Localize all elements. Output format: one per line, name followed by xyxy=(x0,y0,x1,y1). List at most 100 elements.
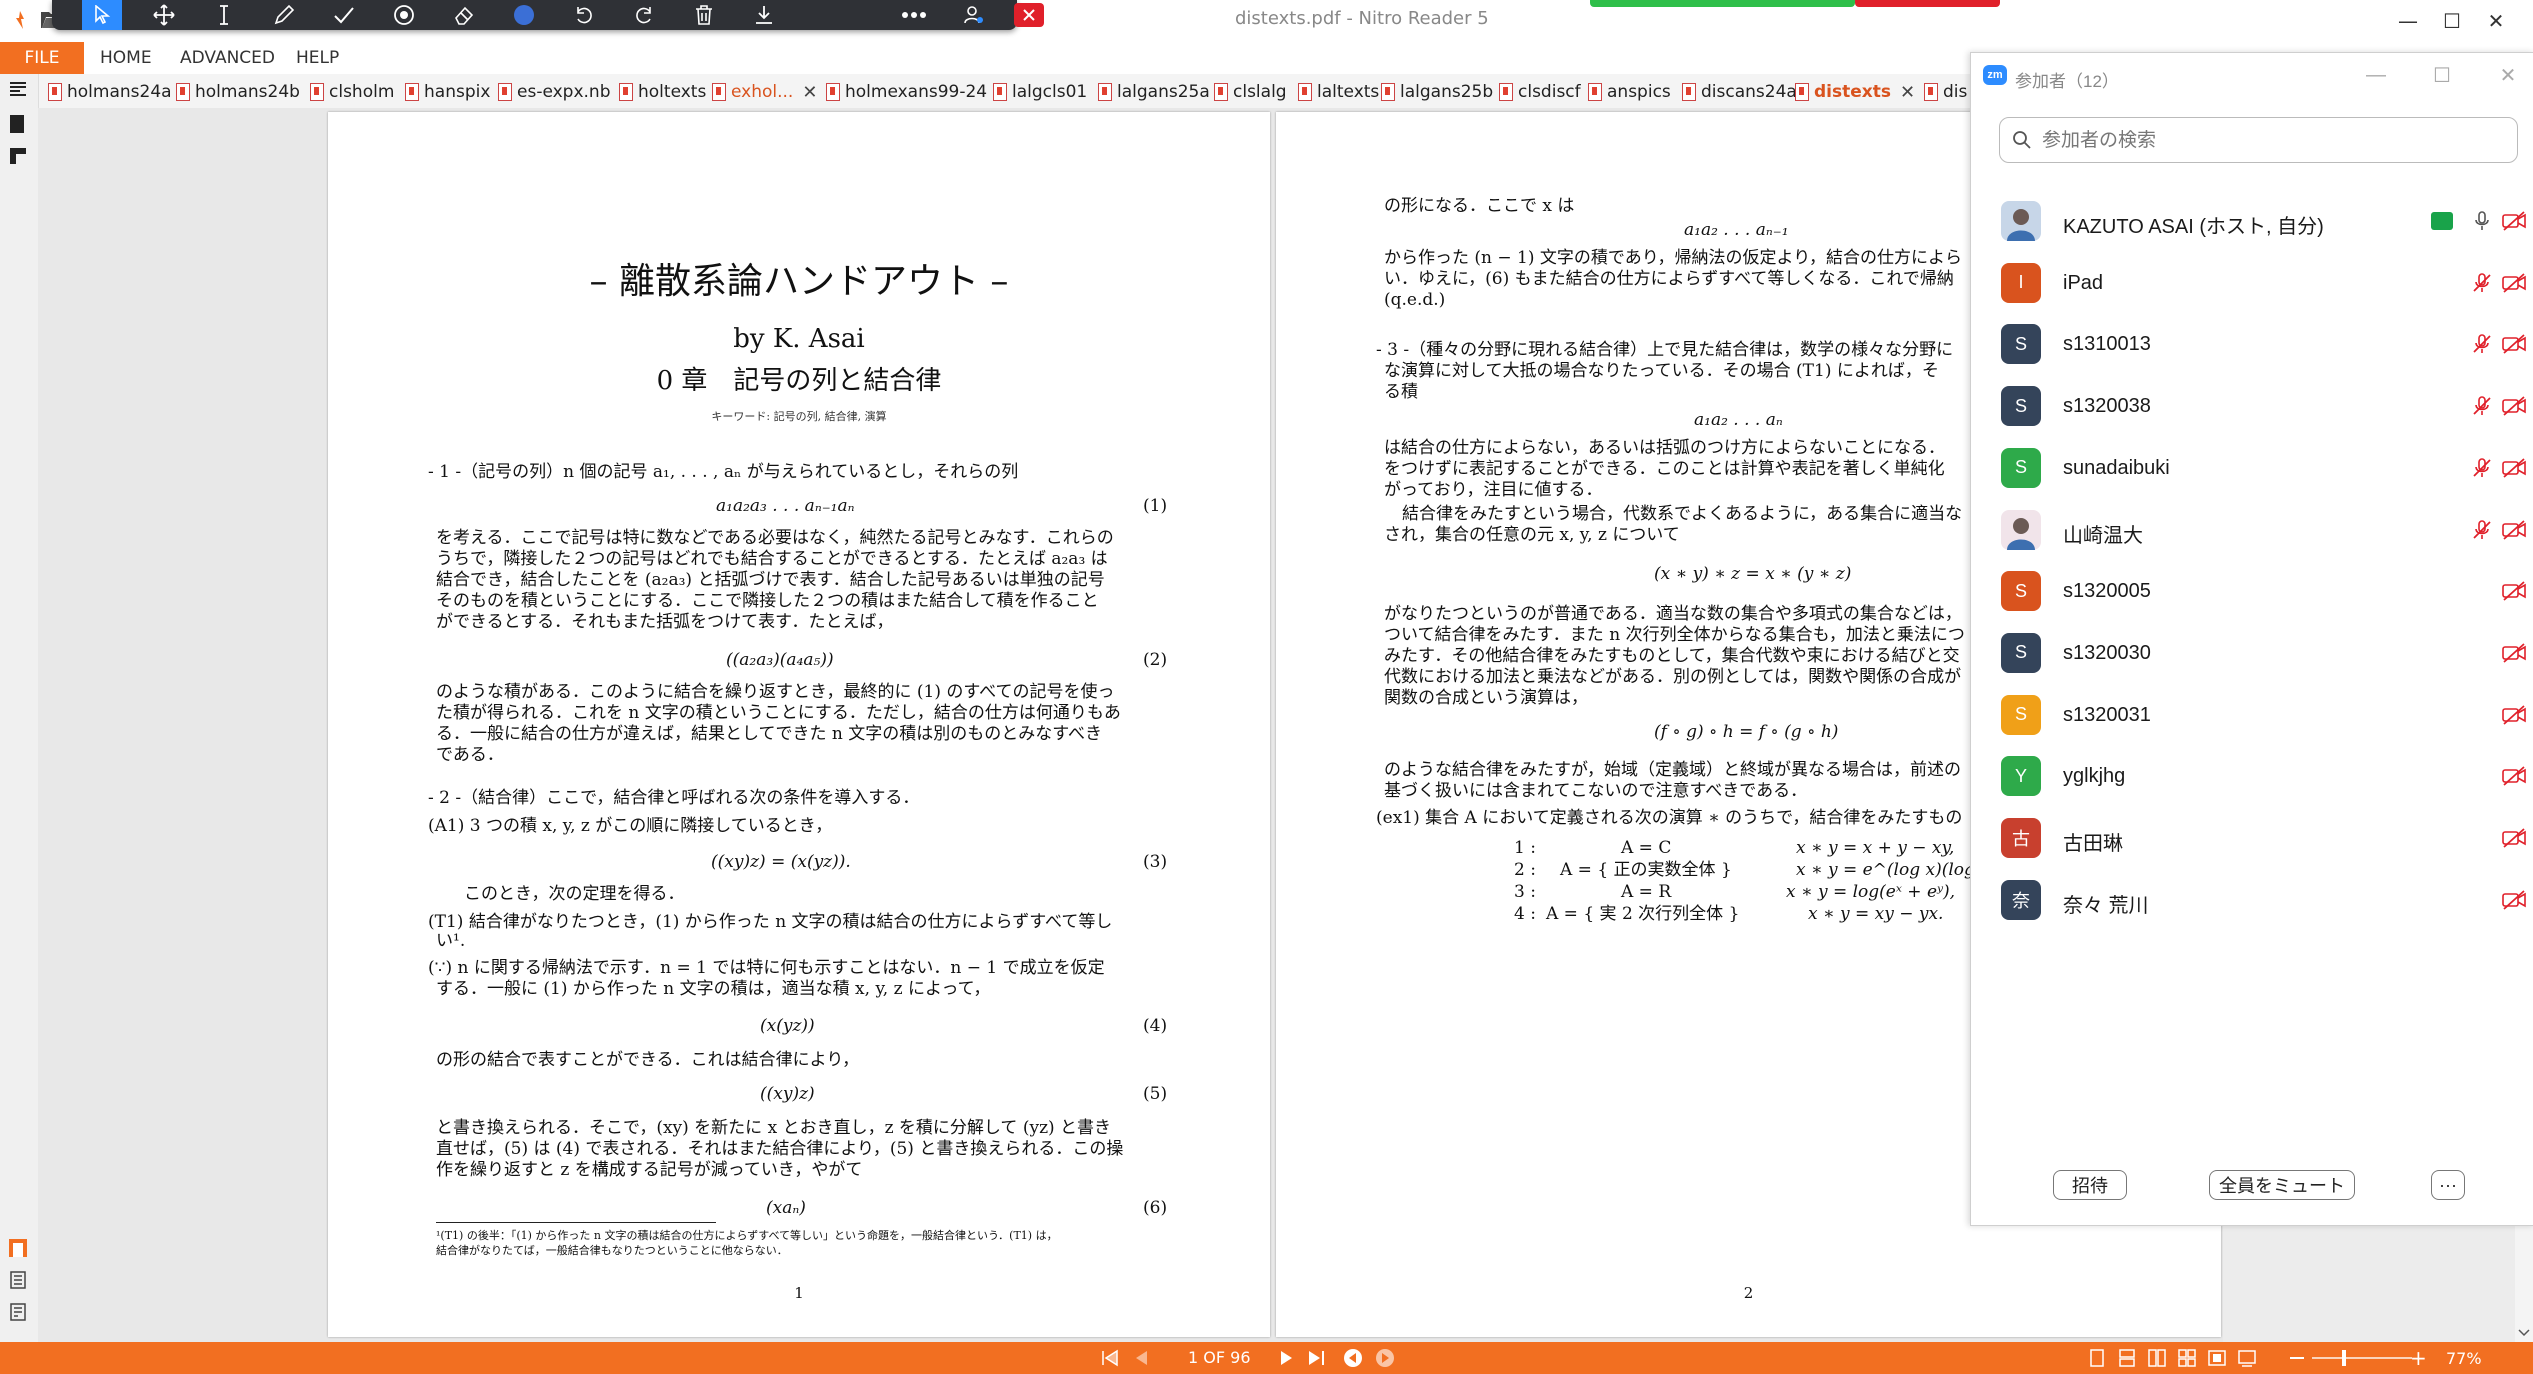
tab-distexts[interactable]: distexts ✕ xyxy=(1795,78,1915,106)
comments-panel-icon[interactable] xyxy=(8,146,28,166)
tab-lalgans25b[interactable]: lalgans25b xyxy=(1381,78,1493,106)
camera-off-icon[interactable] xyxy=(2501,580,2527,602)
next-page-icon[interactable] xyxy=(1278,1349,1296,1367)
tab-holmexans[interactable]: holmexans99-24 xyxy=(826,78,987,106)
mic-muted-icon[interactable] xyxy=(2471,457,2493,479)
layers-panel-icon[interactable] xyxy=(8,1270,28,1290)
tab-clsholm[interactable]: clsholm xyxy=(310,78,394,106)
zoom-in-icon[interactable]: + xyxy=(2410,1346,2427,1370)
mic-muted-icon[interactable] xyxy=(2471,272,2493,294)
participant-row[interactable]: 古古田琳 xyxy=(1971,807,2533,869)
zoom-slider-thumb[interactable] xyxy=(2342,1350,2346,1366)
annotator-settings-button[interactable] xyxy=(954,0,994,30)
menu-home[interactable]: HOME xyxy=(100,48,152,68)
tab-clslalg[interactable]: clslalg xyxy=(1214,78,1287,106)
participant-row[interactable]: IiPad xyxy=(1971,252,2533,314)
page-indicator[interactable]: 1 OF 96 xyxy=(1188,1348,1251,1367)
mute-all-button[interactable]: 全員をミュート xyxy=(2209,1170,2355,1200)
camera-off-icon[interactable] xyxy=(2501,704,2527,726)
tab-es-expx[interactable]: es-expx.nb xyxy=(498,78,611,106)
participant-row[interactable]: 山崎温大 xyxy=(1971,499,2533,561)
more-options-button[interactable] xyxy=(894,0,934,30)
zoom-out-icon[interactable] xyxy=(2290,1357,2304,1359)
tab-holmans24a[interactable]: holmans24a xyxy=(48,78,172,106)
document-viewer[interactable]: – 離散系論ハンドアウト – by K. Asai 0 章 記号の列と結合律 キ… xyxy=(38,108,2223,1342)
fit-width-icon[interactable] xyxy=(2238,1349,2256,1367)
check-tool-button[interactable] xyxy=(324,0,364,30)
camera-off-icon[interactable] xyxy=(2501,642,2527,664)
invite-button[interactable]: 招待 xyxy=(2053,1170,2127,1200)
fit-page-icon[interactable] xyxy=(2208,1349,2226,1367)
back-view-icon[interactable] xyxy=(1342,1347,1364,1369)
camera-off-icon[interactable] xyxy=(2501,272,2527,294)
redo-button[interactable] xyxy=(624,0,664,30)
participant-row[interactable]: Ss1320038 xyxy=(1971,375,2533,437)
mic-muted-icon[interactable] xyxy=(2471,519,2493,541)
tab-discans24a[interactable]: discans24a xyxy=(1682,78,1797,106)
panel-close-button[interactable]: ✕ xyxy=(2493,61,2523,89)
camera-off-icon[interactable] xyxy=(2501,889,2527,911)
tab-holtexts[interactable]: holtexts xyxy=(619,78,706,106)
tab-holmans24b[interactable]: holmans24b xyxy=(176,78,300,106)
select-tool-button[interactable] xyxy=(82,0,122,30)
tab-laltexts[interactable]: laltexts xyxy=(1298,78,1379,106)
zoom-slider-track[interactable] xyxy=(2312,1357,2412,1359)
stamp-tool-button[interactable] xyxy=(384,0,424,30)
mic-muted-icon[interactable] xyxy=(2471,395,2493,417)
tab-dis[interactable]: dis xyxy=(1924,78,1967,106)
camera-off-icon[interactable] xyxy=(2501,765,2527,787)
participant-row[interactable]: Yyglkjhg xyxy=(1971,745,2533,807)
stop-share-indicator[interactable] xyxy=(1855,0,2000,7)
tab-clsdiscf[interactable]: clsdiscf xyxy=(1499,78,1581,106)
eraser-tool-button[interactable] xyxy=(444,0,484,30)
undo-button[interactable] xyxy=(564,0,604,30)
participant-row[interactable]: Ss1310013 xyxy=(1971,313,2533,375)
camera-off-icon[interactable] xyxy=(2501,210,2527,232)
close-button[interactable]: ✕ xyxy=(2475,4,2517,38)
participant-row[interactable]: Ssunadaibuki xyxy=(1971,437,2533,499)
tab-exhol[interactable]: exhol... ✕ xyxy=(712,78,817,106)
menu-advanced[interactable]: ADVANCED xyxy=(180,48,275,68)
forward-view-icon[interactable] xyxy=(1374,1347,1396,1369)
participant-search-input[interactable] xyxy=(2040,128,2504,154)
close-annotation-button[interactable] xyxy=(1014,3,1044,27)
attachment-panel-icon[interactable] xyxy=(8,1238,28,1258)
tab-anspics[interactable]: anspics xyxy=(1588,78,1671,106)
participant-row[interactable]: Ss1320005 xyxy=(1971,560,2533,622)
close-tab-icon[interactable]: ✕ xyxy=(802,82,817,103)
pen-tool-button[interactable] xyxy=(264,0,304,30)
participant-row[interactable]: Ss1320030 xyxy=(1971,622,2533,684)
camera-off-icon[interactable] xyxy=(2501,519,2527,541)
menu-help[interactable]: HELP xyxy=(296,48,339,68)
download-button[interactable] xyxy=(744,0,784,30)
tab-lalgans25a[interactable]: lalgans25a xyxy=(1098,78,1210,106)
delete-button[interactable] xyxy=(684,0,724,30)
participant-row[interactable]: Ss1320031 xyxy=(1971,684,2533,746)
pages-panel-icon[interactable] xyxy=(8,80,28,100)
move-tool-button[interactable] xyxy=(144,0,184,30)
facing-continuous-view-icon[interactable] xyxy=(2178,1349,2196,1367)
bookmark-panel-icon[interactable] xyxy=(8,114,28,134)
more-options-button[interactable]: ··· xyxy=(2431,1170,2465,1200)
continuous-view-icon[interactable] xyxy=(2118,1349,2136,1367)
mic-muted-icon[interactable] xyxy=(2471,333,2493,355)
first-page-icon[interactable] xyxy=(1100,1349,1120,1367)
panel-maximize-button[interactable]: ☐ xyxy=(2427,61,2457,89)
camera-off-icon[interactable] xyxy=(2501,333,2527,355)
camera-off-icon[interactable] xyxy=(2501,395,2527,417)
previous-page-icon[interactable] xyxy=(1132,1349,1150,1367)
facing-view-icon[interactable] xyxy=(2148,1349,2166,1367)
mic-icon[interactable] xyxy=(2471,210,2493,232)
single-page-view-icon[interactable] xyxy=(2088,1349,2106,1367)
panel-minimize-button[interactable]: — xyxy=(2361,61,2391,89)
tab-lalgcls01[interactable]: lalgcls01 xyxy=(993,78,1087,106)
participant-row[interactable]: 奈奈々 荒川 xyxy=(1971,869,2533,931)
output-panel-icon[interactable] xyxy=(8,1302,28,1322)
menu-file[interactable]: FILE xyxy=(0,42,84,74)
tab-hanspix[interactable]: hanspix xyxy=(405,78,490,106)
close-tab-icon[interactable]: ✕ xyxy=(1900,82,1915,103)
maximize-button[interactable]: ☐ xyxy=(2431,4,2473,38)
zoom-level[interactable]: 77% xyxy=(2446,1349,2482,1368)
minimize-button[interactable]: — xyxy=(2387,4,2429,38)
scroll-down-icon[interactable] xyxy=(2515,1326,2533,1340)
